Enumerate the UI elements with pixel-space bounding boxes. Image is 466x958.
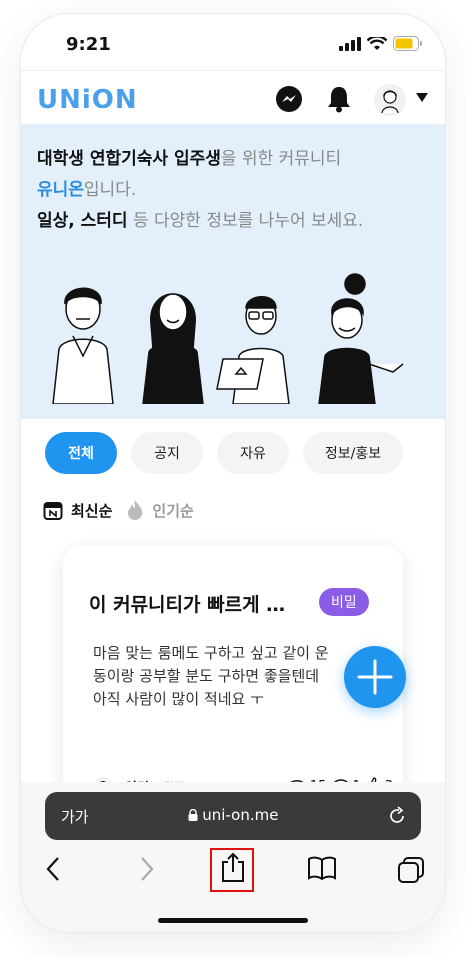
hero-line3-bold: 일상, 스터디 (37, 211, 128, 231)
sort-options: 최신순 인기순 (43, 499, 194, 521)
status-time: 9:21 (66, 34, 111, 55)
sort-latest[interactable]: 최신순 (71, 500, 112, 521)
post-body: 마음 맞는 룸메도 구하고 싶고 같이 운 동이랑 공부할 분도 구하면 좋을텐… (93, 644, 329, 708)
home-indicator[interactable] (158, 918, 308, 923)
tab-info-promo[interactable]: 정보/홍보 (303, 432, 403, 474)
tabs-icon[interactable] (397, 856, 425, 884)
lock-icon (188, 808, 198, 821)
status-bar: 9:21 (21, 14, 445, 70)
bell-icon[interactable] (326, 85, 352, 113)
tab-free[interactable]: 자유 (217, 432, 289, 474)
reload-icon[interactable] (387, 806, 407, 826)
tab-notice[interactable]: 공지 (131, 432, 203, 474)
app-header: UNiON (21, 70, 445, 125)
phone-frame: 9:21 UNiON 대학생 연합기숙사 입주생을 위한 커뮤니티 유니온입니다… (21, 14, 445, 932)
address-bar[interactable]: 가가 uni-on.me (45, 792, 421, 840)
bookmarks-icon[interactable] (307, 856, 337, 880)
hero-line3-rest: 등 다양한 정보를 나누어 보세요. (127, 211, 364, 231)
url-text: uni-on.me (202, 806, 279, 824)
calendar-icon[interactable] (43, 500, 63, 520)
write-post-button[interactable] (344, 646, 406, 708)
forward-icon[interactable] (139, 856, 155, 882)
battery-icon (393, 36, 422, 51)
hero-line2-bold: 유니온 (37, 180, 84, 200)
hero-line1-bold: 대학생 연합기숙사 입주생 (37, 149, 221, 169)
secret-badge: 비밀 (319, 588, 369, 616)
messenger-icon[interactable] (275, 85, 303, 113)
post-title: 이 커뮤니티가 빠르게 … (89, 594, 286, 616)
people-illustration (52, 273, 404, 404)
url-display: uni-on.me (45, 806, 421, 824)
sort-popular[interactable]: 인기순 (152, 500, 193, 521)
status-icons (339, 36, 423, 51)
category-tabs: 전체 공지 자유 정보/홍보 (45, 432, 403, 474)
hero-line1-rest: 을 위한 커뮤니티 (220, 149, 342, 169)
share-highlight-box (210, 848, 254, 892)
signal-icon (339, 36, 361, 51)
hero-text: 대학생 연합기숙사 입주생을 위한 커뮤니티 유니온입니다. 일상, 스터디 등… (37, 144, 363, 237)
back-icon[interactable] (45, 856, 61, 882)
fire-icon[interactable] (126, 499, 144, 521)
wifi-icon (367, 36, 387, 50)
union-logo[interactable]: UNiON (37, 85, 138, 115)
hero-line2-rest: 입니다. (83, 180, 137, 200)
plus-icon (357, 659, 393, 695)
dropdown-arrow-icon[interactable] (416, 93, 428, 103)
avatar[interactable] (373, 83, 407, 117)
tab-all[interactable]: 전체 (45, 432, 117, 474)
hero-banner: 대학생 연합기숙사 입주생을 위한 커뮤니티 유니온입니다. 일상, 스터디 등… (21, 124, 445, 419)
